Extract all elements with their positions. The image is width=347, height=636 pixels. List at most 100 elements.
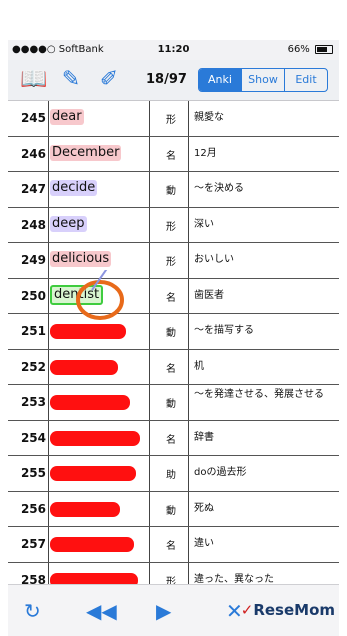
- column-divider: [188, 420, 189, 455]
- japanese-meaning: 親愛な: [194, 112, 224, 123]
- part-of-speech: 動: [166, 186, 176, 197]
- column-divider: [188, 172, 189, 207]
- column-divider: [188, 491, 189, 526]
- table-row[interactable]: 250 dentist 名歯医者: [8, 278, 339, 314]
- japanese-meaning: 〜を決める: [194, 183, 244, 194]
- word-table: 245 dear 形 親愛な 246 December 名 12月 247 decide 動 〜を決め…: [8, 101, 339, 598]
- column-divider: [48, 243, 49, 278]
- japanese-meaning: 机: [194, 360, 204, 372]
- table-row[interactable]: 252 名 机: [8, 349, 339, 385]
- part-of-speech: 名: [166, 150, 176, 162]
- column-divider: [149, 420, 150, 455]
- hidden-word-mask[interactable]: [50, 430, 140, 446]
- part-of-speech: 動: [166, 505, 176, 517]
- english-word[interactable]: deep: [50, 215, 87, 232]
- english-word[interactable]: dear: [50, 109, 84, 125]
- column-divider: [149, 101, 150, 136]
- row-number: 255: [20, 466, 46, 480]
- table-row[interactable]: 255 助 doの過去形: [8, 456, 339, 492]
- hidden-word-mask[interactable]: [50, 359, 118, 375]
- row-number: 245: [20, 111, 46, 125]
- part-of-speech: 形: [166, 257, 176, 268]
- table-row[interactable]: 248 deep 形 深い: [8, 207, 339, 243]
- row-number: 247: [20, 182, 46, 196]
- row-number: 249: [20, 253, 46, 267]
- english-word[interactable]: December: [50, 144, 122, 161]
- japanese-meaning: 〜を発達させる、発展させる: [194, 389, 324, 400]
- row-number: 254: [20, 430, 46, 445]
- row-number: 251: [20, 324, 46, 338]
- bottom-toolbar: ↻ ◀◀ ▶ ✕ ✓ReseMom: [8, 584, 339, 636]
- column-divider: [149, 527, 150, 562]
- table-row[interactable]: 257 名 違い: [8, 527, 339, 563]
- japanese-meaning: おいしい: [194, 254, 234, 265]
- hidden-word-mask[interactable]: [50, 466, 136, 481]
- mode-segmented-control: Anki Show Edit: [198, 68, 328, 92]
- table-row[interactable]: 254 名 辞書: [8, 420, 339, 456]
- column-divider: [149, 172, 150, 207]
- japanese-meaning: 違い: [194, 538, 214, 549]
- part-of-speech: 名: [166, 292, 176, 304]
- part-of-speech: 動: [166, 328, 176, 339]
- column-divider: [48, 491, 49, 526]
- column-divider: [48, 420, 49, 455]
- column-divider: [188, 349, 189, 384]
- column-divider: [188, 314, 189, 349]
- battery-percent: 66%: [287, 44, 310, 55]
- table-row[interactable]: 253 動 〜を発達させる、発展させる: [8, 385, 339, 421]
- column-divider: [48, 314, 49, 349]
- table-row[interactable]: 245 dear 形 親愛な: [8, 101, 339, 137]
- part-of-speech: 形: [166, 221, 176, 233]
- column-divider: [149, 278, 150, 313]
- table-row[interactable]: 247 decide 動 〜を決める: [8, 172, 339, 208]
- column-divider: [48, 101, 49, 136]
- row-number: 256: [20, 501, 46, 516]
- english-word[interactable]: decide: [50, 180, 98, 196]
- column-divider: [48, 136, 49, 171]
- column-divider: [188, 278, 189, 313]
- part-of-speech: 名: [166, 541, 176, 552]
- english-word[interactable]: delicious: [50, 251, 112, 267]
- row-number: 246: [20, 146, 46, 161]
- mode-anki[interactable]: Anki: [199, 69, 241, 91]
- column-divider: [48, 527, 49, 562]
- table-row[interactable]: 256 動 死ぬ: [8, 491, 339, 527]
- mode-edit[interactable]: Edit: [284, 69, 327, 91]
- card-counter: 18/97: [146, 72, 187, 87]
- play-icon[interactable]: ▶: [156, 599, 171, 623]
- column-divider: [149, 207, 150, 242]
- column-divider: [188, 456, 189, 491]
- column-divider: [48, 385, 49, 420]
- book-icon[interactable]: 📖: [20, 66, 47, 94]
- row-number: 252: [20, 359, 46, 374]
- part-of-speech: 名: [166, 434, 176, 446]
- japanese-meaning: 〜を描写する: [194, 325, 254, 336]
- column-divider: [149, 491, 150, 526]
- table-row[interactable]: 246 December 名 12月: [8, 136, 339, 172]
- handwritten-circle: [76, 270, 124, 320]
- refresh-icon[interactable]: ↻: [24, 599, 41, 623]
- pen-icon[interactable]: ✐: [96, 66, 122, 94]
- row-number: 257: [20, 537, 46, 551]
- rewind-icon[interactable]: ◀◀: [86, 599, 117, 623]
- column-divider: [188, 527, 189, 562]
- hidden-word-mask[interactable]: [50, 537, 134, 552]
- part-of-speech: 形: [166, 115, 176, 126]
- hidden-word-mask[interactable]: [50, 501, 120, 517]
- table-row[interactable]: 251 動 〜を描写する: [8, 314, 339, 350]
- column-divider: [149, 243, 150, 278]
- marker-arrow-icon[interactable]: ✎: [58, 66, 84, 94]
- japanese-meaning: 死ぬ: [194, 502, 214, 514]
- column-divider: [48, 456, 49, 491]
- column-divider: [188, 101, 189, 136]
- japanese-meaning: doの過去形: [194, 467, 247, 478]
- mode-show[interactable]: Show: [241, 69, 284, 91]
- japanese-meaning: 深い: [194, 218, 214, 230]
- hidden-word-mask[interactable]: [50, 395, 130, 410]
- column-divider: [149, 314, 150, 349]
- column-divider: [188, 207, 189, 242]
- table-row[interactable]: 249 delicious 形 おいしい: [8, 243, 339, 279]
- part-of-speech: 動: [166, 399, 176, 410]
- row-number: 253: [20, 395, 46, 409]
- resemom-logo: ✓ReseMom: [240, 601, 335, 619]
